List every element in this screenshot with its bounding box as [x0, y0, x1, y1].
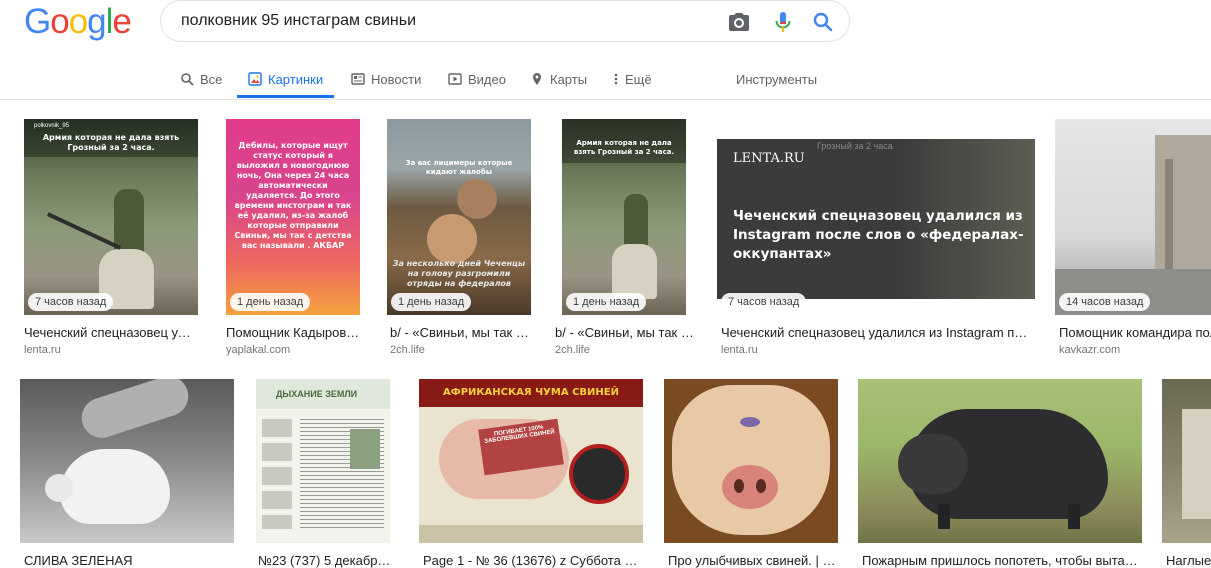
- result-title[interactable]: Чеченский спецназовец удалился из Instag…: [721, 325, 1031, 340]
- result-title[interactable]: Про улыбчивых свиней. | П...: [668, 553, 838, 568]
- headline-text: Чеченский спецназовец удалился из Instag…: [733, 208, 1024, 262]
- brand-label: LENTA.RU: [733, 151, 805, 166]
- search-icon: [181, 73, 194, 86]
- overlay-text: Армия которая не дала взять Грозный за 2…: [42, 133, 180, 152]
- overlay-text: Армия которая не дала взять Грозный за 2…: [573, 139, 675, 156]
- search-input[interactable]: [181, 1, 701, 41]
- tools-label: Инструменты: [736, 71, 818, 87]
- result-title[interactable]: Пожарным пришлось попотеть, чтобы вытащ.…: [862, 553, 1140, 568]
- result-title[interactable]: Помощник командира пол: [1059, 325, 1211, 340]
- result-source[interactable]: lenta.ru: [721, 344, 758, 356]
- overlay-text: Дебилы, которые ищут статус который я вы…: [234, 141, 352, 250]
- overlay-text: За несколько дней Чеченцы на голову разг…: [392, 259, 526, 288]
- tab-label: Картинки: [268, 71, 324, 87]
- result-thumbnail[interactable]: За вас лицимеры которые кидают жалобы За…: [387, 119, 531, 315]
- result-thumbnail[interactable]: Дебилы, которые ищут статус который я вы…: [226, 119, 360, 315]
- time-badge: 7 часов назад: [28, 293, 114, 311]
- tab-video[interactable]: Видео: [448, 60, 506, 98]
- more-vert-icon: [614, 73, 618, 85]
- tab-label: Карты: [550, 71, 588, 87]
- result-title[interactable]: Помощник Кадырова:...: [226, 325, 364, 340]
- result-source[interactable]: 2ch.life: [555, 344, 590, 356]
- result-source[interactable]: yaplakal.com: [226, 344, 290, 356]
- news-icon: [351, 73, 365, 85]
- tab-news[interactable]: Новости: [351, 60, 421, 98]
- time-badge: 1 день назад: [391, 293, 472, 311]
- tools-button[interactable]: Инструменты: [736, 60, 817, 98]
- tab-all[interactable]: Все: [180, 60, 222, 98]
- result-thumbnail[interactable]: ДЫХАНИЕ ЗЕМЛИ: [256, 379, 390, 543]
- time-badge: 1 день назад: [230, 293, 311, 311]
- result-thumbnail[interactable]: 14 часов назад: [1055, 119, 1211, 315]
- microphone-icon[interactable]: [771, 10, 795, 34]
- video-icon: [448, 73, 462, 85]
- tab-label: Ещё: [625, 71, 652, 87]
- tab-images[interactable]: Картинки: [237, 60, 335, 98]
- result-thumbnail[interactable]: [858, 379, 1142, 543]
- result-thumbnail[interactable]: [664, 379, 838, 543]
- camera-icon[interactable]: [727, 10, 751, 34]
- time-badge: 1 день назад: [566, 293, 647, 311]
- result-source[interactable]: lenta.ru: [24, 344, 61, 356]
- overlay-handle: polkovnik_95: [34, 123, 70, 129]
- search-icon[interactable]: [811, 10, 835, 34]
- result-title[interactable]: Наглые: [1166, 553, 1211, 568]
- result-title[interactable]: СЛИВА ЗЕЛЕНАЯ: [24, 553, 234, 568]
- result-thumbnail[interactable]: Грозный за 2 часа LENTA.RU Чеченский спе…: [717, 119, 1035, 315]
- google-logo[interactable]: Google: [24, 2, 132, 42]
- result-title[interactable]: b/ - «Свиньи, мы так с...: [390, 325, 530, 340]
- result-source[interactable]: kavkazr.com: [1059, 344, 1120, 356]
- header: Google Все Картинки Новости: [0, 0, 1211, 100]
- overlay-top-text: Грозный за 2 часа: [817, 141, 893, 151]
- result-thumbnail[interactable]: [20, 379, 234, 543]
- tab-label: Новости: [371, 71, 422, 87]
- result-thumbnail[interactable]: [1162, 379, 1211, 543]
- tab-maps[interactable]: Карты: [530, 60, 587, 98]
- tab-more[interactable]: Ещё: [613, 60, 652, 98]
- result-thumbnail[interactable]: АФРИКАНСКАЯ ЧУМА СВИНЕЙ ПОГИБАЕТ 100% ЗА…: [419, 379, 643, 543]
- result-title[interactable]: b/ - «Свиньи, мы так с...: [555, 325, 695, 340]
- map-pin-icon: [533, 73, 541, 85]
- tab-label: Все: [200, 71, 223, 87]
- search-box: [160, 0, 850, 42]
- result-title[interactable]: Page 1 - № 36 (13676) z Суббота z 1...: [423, 553, 639, 568]
- overlay-text: ДЫХАНИЕ ЗЕМЛИ: [276, 389, 358, 399]
- overlay-top-text: За вас лицимеры которые кидают жалобы: [405, 159, 513, 176]
- result-source[interactable]: 2ch.life: [390, 344, 425, 356]
- image-icon: [248, 72, 262, 86]
- tab-label: Видео: [468, 71, 506, 87]
- result-title[interactable]: Чеченский спецназовец уда...: [24, 325, 198, 340]
- result-thumbnail[interactable]: Армия которая не дала взять Грозный за 2…: [24, 119, 198, 315]
- result-thumbnail[interactable]: Армия которая не дала взять Грозный за 2…: [562, 119, 686, 315]
- time-badge: 14 часов назад: [1059, 293, 1151, 311]
- result-title[interactable]: №23 (737) 5 декабря ...: [258, 553, 392, 568]
- overlay-text: АФРИКАНСКАЯ ЧУМА СВИНЕЙ: [443, 387, 619, 398]
- time-badge: 7 часов назад: [721, 293, 807, 311]
